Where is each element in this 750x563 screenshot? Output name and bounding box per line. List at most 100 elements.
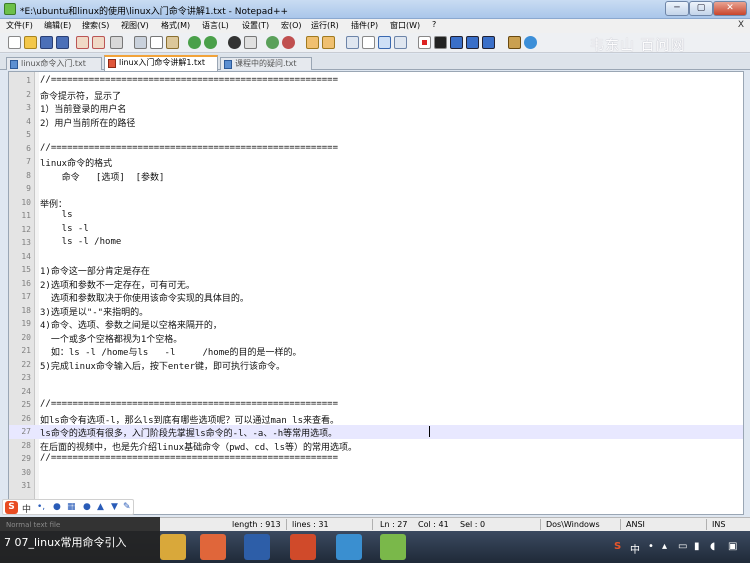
notepadpp-icon[interactable] <box>380 534 406 560</box>
line-text[interactable]: 一个或多个空格都视为1个空格。 <box>40 332 182 345</box>
ime-toolbar[interactable]: S 中 •, ● ▦ ● ▲ ▼ ✎ <box>2 499 134 515</box>
editor-line[interactable]: 30 <box>9 466 743 480</box>
tool-icon[interactable] <box>508 36 521 49</box>
wrench-icon[interactable]: ✎ <box>123 502 131 512</box>
close-all-icon[interactable] <box>92 36 105 49</box>
word-icon[interactable] <box>244 534 270 560</box>
line-text[interactable]: //======================================… <box>40 143 338 153</box>
user-icon[interactable]: ● <box>83 502 91 512</box>
editor-line[interactable]: 3 1）当前登录的用户名 <box>9 101 743 115</box>
editor-line[interactable]: 6 //=====================================… <box>9 142 743 156</box>
editor-line[interactable]: 8 命令 [选项] [参数] <box>9 169 743 183</box>
editor-line[interactable]: 31 <box>9 479 743 493</box>
shirt-icon[interactable]: ▼ <box>111 502 118 512</box>
editor-line[interactable]: 13 ls -l /home <box>9 236 743 250</box>
save-all-icon[interactable] <box>56 36 69 49</box>
tray-icon[interactable]: ▮ <box>694 541 700 552</box>
editor-line[interactable]: 11 ls <box>9 209 743 223</box>
cut-icon[interactable] <box>134 36 147 49</box>
editor-line[interactable]: 1 //=====================================… <box>9 74 743 88</box>
tray-icon[interactable]: 中 <box>630 541 640 556</box>
undo-icon[interactable] <box>188 36 201 49</box>
new-file-icon[interactable] <box>8 36 21 49</box>
volume-icon[interactable]: ◖ <box>710 541 715 552</box>
menu-window[interactable]: 窗口(W) <box>390 20 420 31</box>
menu-run[interactable]: 运行(R) <box>311 20 339 31</box>
line-text[interactable]: ls <box>40 210 73 220</box>
editor-line[interactable]: 18 3)选项是以"-"来指明的。 <box>9 304 743 318</box>
line-text[interactable]: linux命令的格式 <box>40 156 112 169</box>
line-text[interactable]: //======================================… <box>40 399 338 409</box>
powerpoint-icon[interactable] <box>290 534 316 560</box>
editor-line[interactable]: 22 5)完成linux命令输入后，按下enter键，即可执行该命令。 <box>9 358 743 372</box>
line-text[interactable]: 命令提示符，显示了 <box>40 89 121 102</box>
line-text[interactable]: 如ls命令有选项-l，那么ls到底有哪些选项呢？可以通过man ls来查看。 <box>40 413 339 426</box>
open-file-icon[interactable] <box>24 36 37 49</box>
sync-h-icon[interactable] <box>322 36 335 49</box>
line-text[interactable]: 2)选项和参数不一定存在，可有可无。 <box>40 278 195 291</box>
menu-edit[interactable]: 编辑(E) <box>44 20 71 31</box>
punctuation-icon[interactable]: •, <box>37 502 45 512</box>
ime-mode[interactable]: 中 <box>22 502 31 515</box>
editor-line[interactable]: 21 如：ls -l /home与ls -l /home的目的是一样的。 <box>9 344 743 358</box>
line-text[interactable]: 5)完成linux命令输入后，按下enter键，即可执行该命令。 <box>40 359 285 372</box>
save-icon[interactable] <box>40 36 53 49</box>
editor-line[interactable]: 23 <box>9 371 743 385</box>
menu-format[interactable]: 格式(M) <box>161 20 190 31</box>
line-text[interactable]: ls -l /home <box>40 237 122 247</box>
editor-line[interactable]: 24 <box>9 385 743 399</box>
line-text[interactable]: 选项和参数取决于你使用该命令实现的具体目的。 <box>40 291 249 304</box>
line-text[interactable]: 如：ls -l /home与ls -l /home的目的是一样的。 <box>40 345 302 358</box>
close-icon[interactable] <box>76 36 89 49</box>
tab-course-questions[interactable]: 课程中的疑问.txt <box>220 57 312 70</box>
menu-file[interactable]: 文件(F) <box>6 20 33 31</box>
menu-language[interactable]: 语言(L) <box>202 20 229 31</box>
editor-line[interactable]: 19 4)命令、选项、参数之间是以空格来隔开的， <box>9 317 743 331</box>
play-macro-icon[interactable] <box>450 36 463 49</box>
skin-icon[interactable]: ▲ <box>97 502 104 512</box>
line-text[interactable]: 命令 [选项] [参数] <box>40 170 165 183</box>
line-text[interactable]: //======================================… <box>40 453 338 463</box>
line-text[interactable]: 在后面的视频中，也是先介绍linux基础命令（pwd、cd、ls等）的常用选项。 <box>40 440 357 453</box>
line-text[interactable]: 举例： <box>40 197 67 210</box>
folder-icon[interactable] <box>160 534 186 560</box>
pdf-icon[interactable] <box>200 534 226 560</box>
editor-line[interactable]: 10 举例： <box>9 196 743 210</box>
menu-macro[interactable]: 宏(O) <box>281 20 302 31</box>
line-text[interactable]: 1)命令这一部分肯定是存在 <box>40 264 150 277</box>
indent-guide-icon[interactable] <box>378 36 391 49</box>
line-text[interactable]: ls命令的选项有很多，入门阶段先掌握ls命令的-l、-a、-h等常用选项。 <box>40 426 337 439</box>
replace-icon[interactable] <box>244 36 257 49</box>
editor-line[interactable]: 29 //====================================… <box>9 452 743 466</box>
tray-icon[interactable]: ▣ <box>728 541 737 552</box>
run-macro-icon[interactable] <box>466 36 479 49</box>
line-text[interactable]: 4)命令、选项、参数之间是以空格来隔开的， <box>40 318 222 331</box>
menu-help[interactable]: ? <box>432 20 436 29</box>
menu-search[interactable]: 搜索(S) <box>82 20 109 31</box>
zoom-in-icon[interactable] <box>266 36 279 49</box>
yinxiang-icon[interactable] <box>336 534 362 560</box>
menu-settings[interactable]: 设置(T) <box>242 20 269 31</box>
stop-macro-icon[interactable] <box>434 36 447 49</box>
line-text[interactable]: 1）当前登录的用户名 <box>40 102 126 115</box>
tab-linux-lecture-1[interactable]: linux入门命令讲解1.txt <box>104 55 218 71</box>
all-chars-icon[interactable] <box>362 36 375 49</box>
editor-line[interactable]: 7 linux命令的格式 <box>9 155 743 169</box>
editor-line[interactable]: 26 如ls命令有选项-l，那么ls到底有哪些选项呢？可以通过man ls来查看。 <box>9 412 743 426</box>
line-text[interactable]: //======================================… <box>40 75 338 85</box>
minimize-button[interactable]: ─ <box>665 1 689 16</box>
sogou-tray-icon[interactable]: S <box>614 541 621 552</box>
sync-v-icon[interactable] <box>306 36 319 49</box>
keyboard-icon[interactable]: ▦ <box>67 502 76 512</box>
editor-line[interactable]: 20 一个或多个空格都视为1个空格。 <box>9 331 743 345</box>
tray-icon[interactable]: • <box>648 541 654 552</box>
redo-icon[interactable] <box>204 36 217 49</box>
editor-line[interactable]: 2 命令提示符，显示了 <box>9 88 743 102</box>
menu-view[interactable]: 视图(V) <box>121 20 149 31</box>
sogou-logo-icon[interactable]: S <box>5 501 18 514</box>
network-icon[interactable]: ▭ <box>678 541 687 552</box>
editor-line[interactable]: 28 在后面的视频中，也是先介绍linux基础命令（pwd、cd、ls等）的常用选… <box>9 439 743 453</box>
record-macro-icon[interactable] <box>418 36 431 49</box>
line-text[interactable]: 2）用户当前所在的路径 <box>40 116 135 129</box>
editor-line[interactable]: 9 <box>9 182 743 196</box>
